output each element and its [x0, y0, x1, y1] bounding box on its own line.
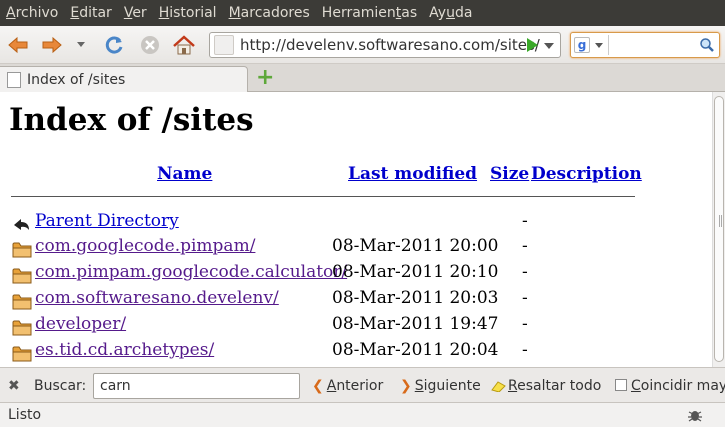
page-title: Index of /sites	[9, 102, 254, 138]
menu-marcadores[interactable]: Marcadores	[229, 0, 310, 26]
menu-bar: Archivo Editar Ver Historial Marcadores Herra…	[0, 0, 725, 26]
size-cell: -	[522, 314, 528, 334]
status-text: Listo	[8, 407, 42, 423]
home-icon	[173, 35, 195, 55]
size-cell: -	[522, 288, 528, 308]
table-row: com.softwaresano.develenv/08-Mar-2011 20…	[0, 288, 712, 312]
last-modified-cell: 08-Mar-2011 20:04	[332, 340, 499, 360]
menu-ver[interactable]: Ver	[124, 0, 147, 26]
tab-title: Index of /sites	[27, 72, 126, 88]
match-case-checkbox[interactable]: Coincidir mayú	[615, 378, 725, 394]
last-modified-cell: 08-Mar-2011 19:47	[332, 314, 499, 334]
column-header-description[interactable]: Description	[531, 164, 642, 184]
size-cell: -	[522, 340, 528, 360]
table-row: es.tid.cd.archetypes/08-Mar-2011 20:04 -	[0, 340, 712, 364]
size-cell: -	[522, 236, 528, 256]
last-modified-cell: 08-Mar-2011 20:03	[332, 288, 499, 308]
table-row: developer/08-Mar-2011 19:47 -	[0, 314, 712, 338]
stop-button[interactable]	[138, 33, 162, 57]
header-divider	[11, 196, 635, 197]
new-tab-button[interactable]: +	[256, 67, 274, 89]
last-modified-cell: 08-Mar-2011 20:10	[332, 262, 499, 282]
scrollbar-thumb[interactable]	[714, 96, 724, 362]
back-arrow-icon	[14, 219, 29, 230]
highlighter-icon	[491, 381, 506, 393]
find-bar: ✖ Buscar: carn ❮ Anterior ❯ Siguiente Resa…	[0, 367, 725, 403]
tab-strip: Index of /sites	[0, 64, 725, 93]
status-bar: Listo	[0, 404, 725, 427]
find-next-button[interactable]: ❯ Siguiente	[400, 378, 481, 394]
history-dropdown-button[interactable]	[74, 33, 88, 57]
search-separator	[608, 35, 609, 55]
reload-icon	[105, 36, 123, 54]
reload-button[interactable]	[102, 33, 126, 57]
directory-link[interactable]: Parent Directory	[35, 211, 179, 231]
site-identity-icon[interactable]	[214, 35, 234, 55]
directory-link[interactable]: es.tid.cd.archetypes/	[35, 340, 214, 360]
forward-arrow-icon	[42, 36, 62, 54]
back-button[interactable]	[6, 33, 30, 57]
folder-icon	[12, 268, 32, 284]
menu-ayuda[interactable]: Ayuda	[429, 0, 472, 26]
menu-editar[interactable]: Editar	[70, 0, 111, 26]
find-label: Buscar:	[34, 378, 87, 394]
size-cell: -	[522, 211, 528, 231]
stop-icon	[141, 36, 159, 54]
search-engine-dropdown-icon[interactable]	[595, 43, 603, 48]
tab-index-of-sites[interactable]: Index of /sites	[0, 66, 248, 93]
page-favicon-icon	[7, 72, 21, 88]
table-row: Parent Directory -	[0, 211, 712, 235]
chevron-left-icon: ❮	[312, 378, 324, 394]
folder-icon	[12, 320, 32, 336]
column-header-size[interactable]: Size	[490, 164, 529, 184]
column-header-name[interactable]: Name	[157, 164, 212, 184]
last-modified-cell: 08-Mar-2011 20:00	[332, 236, 499, 256]
find-input[interactable]: carn	[93, 373, 300, 399]
home-button[interactable]	[172, 33, 196, 57]
chevron-right-icon: ❯	[400, 378, 412, 394]
back-arrow-icon	[8, 36, 28, 54]
close-find-bar-icon[interactable]: ✖	[8, 378, 20, 394]
checkbox-icon[interactable]	[615, 379, 627, 391]
search-bar[interactable]: g	[570, 32, 720, 58]
magnifier-icon[interactable]	[699, 37, 715, 57]
table-row: com.googlecode.pimpam/08-Mar-2011 20:00 -	[0, 236, 712, 260]
find-previous-button[interactable]: ❮ Anterior	[312, 378, 383, 394]
page-content: Index of /sites Name Last modified Size …	[0, 92, 712, 367]
menu-historial[interactable]: Historial	[159, 0, 217, 26]
forward-button[interactable]	[40, 33, 64, 57]
column-header-last-modified[interactable]: Last modified	[348, 164, 477, 184]
vertical-scrollbar[interactable]	[712, 92, 725, 367]
directory-link[interactable]: com.googlecode.pimpam/	[35, 236, 255, 256]
navigation-toolbar: http://develenv.softwaresano.com/sites/ …	[0, 26, 725, 64]
go-arrow-icon[interactable]	[527, 38, 538, 52]
folder-icon	[12, 242, 32, 258]
directory-link[interactable]: developer/	[35, 314, 126, 334]
menu-herramientas[interactable]: Herramientas	[322, 0, 417, 26]
url-bar[interactable]: http://develenv.softwaresano.com/sites/	[209, 32, 561, 58]
folder-icon	[12, 346, 32, 362]
bug-icon[interactable]	[686, 408, 704, 422]
table-row: com.pimpam.googlecode.calculator/08-Mar-…	[0, 262, 712, 286]
directory-link[interactable]: com.softwaresano.develenv/	[35, 288, 279, 308]
highlight-all-button[interactable]: Resaltar todo	[490, 378, 601, 394]
search-engine-icon[interactable]: g	[574, 37, 590, 53]
chevron-down-icon	[77, 42, 85, 47]
directory-link[interactable]: com.pimpam.googlecode.calculator/	[35, 262, 347, 282]
menu-archivo[interactable]: Archivo	[6, 0, 58, 26]
size-cell: -	[522, 262, 528, 282]
url-history-dropdown-icon[interactable]	[544, 43, 554, 49]
url-text: http://develenv.softwaresano.com/sites/	[240, 36, 540, 54]
folder-icon	[12, 294, 32, 310]
